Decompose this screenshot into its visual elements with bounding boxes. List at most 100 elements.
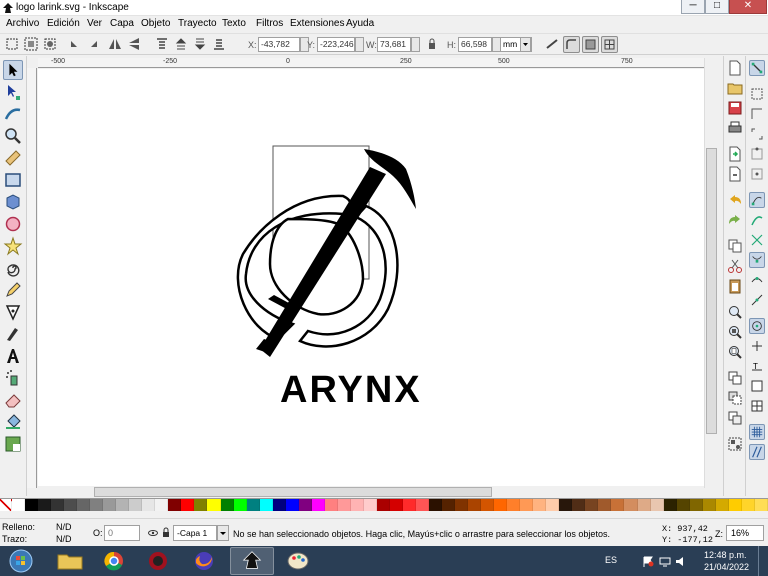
select-all-icon[interactable] bbox=[5, 37, 19, 51]
maximize-button[interactable]: □ bbox=[705, 0, 729, 14]
stroke-value[interactable]: N/D bbox=[56, 534, 72, 544]
color-swatch[interactable] bbox=[429, 499, 443, 511]
color-swatch[interactable] bbox=[624, 499, 638, 511]
color-swatch[interactable] bbox=[598, 499, 612, 511]
color-swatch[interactable] bbox=[611, 499, 625, 511]
rectangle-tool-icon[interactable] bbox=[3, 170, 23, 190]
menu-trayecto[interactable]: Trayecto bbox=[178, 18, 217, 29]
flip-horizontal-icon[interactable] bbox=[108, 37, 122, 51]
spray-tool-icon[interactable] bbox=[3, 368, 23, 388]
color-swatch[interactable] bbox=[25, 499, 39, 511]
flip-vertical-icon[interactable] bbox=[127, 37, 141, 51]
color-swatch[interactable] bbox=[77, 499, 91, 511]
color-swatch[interactable] bbox=[663, 499, 677, 511]
color-swatch[interactable] bbox=[272, 499, 286, 511]
file-explorer-icon[interactable] bbox=[50, 547, 90, 575]
snap-toggle-icon[interactable] bbox=[749, 60, 765, 76]
clock-date[interactable]: 21/04/2022 bbox=[704, 562, 749, 572]
zoom-tool-icon[interactable] bbox=[3, 126, 23, 146]
layer-select[interactable]: -Capa 1 bbox=[173, 525, 217, 541]
color-swatch[interactable] bbox=[220, 499, 234, 511]
color-palette[interactable] bbox=[0, 498, 768, 511]
menu-texto[interactable]: Texto bbox=[222, 18, 246, 29]
color-swatch[interactable] bbox=[194, 499, 208, 511]
menu-objeto[interactable]: Objeto bbox=[141, 18, 170, 29]
3d-box-tool-icon[interactable] bbox=[3, 192, 23, 212]
color-swatch[interactable] bbox=[689, 499, 703, 511]
snap-bbox-corners-icon[interactable] bbox=[749, 126, 765, 142]
paint-icon[interactable] bbox=[278, 547, 318, 575]
layer-dropdown[interactable] bbox=[217, 525, 229, 541]
color-swatch[interactable] bbox=[546, 499, 560, 511]
color-swatch[interactable] bbox=[559, 499, 573, 511]
move-gradient-toggle[interactable] bbox=[582, 36, 599, 53]
snap-bbox-edges-icon[interactable] bbox=[749, 106, 765, 122]
duplicate-icon[interactable] bbox=[727, 370, 743, 386]
color-swatch[interactable] bbox=[38, 499, 52, 511]
color-swatch[interactable] bbox=[181, 499, 195, 511]
firefox-icon[interactable] bbox=[184, 547, 224, 575]
snap-nodes-icon[interactable] bbox=[749, 192, 765, 208]
calligraphy-tool-icon[interactable] bbox=[3, 324, 23, 344]
color-swatch[interactable] bbox=[507, 499, 521, 511]
new-document-icon[interactable] bbox=[727, 60, 743, 76]
color-swatch[interactable] bbox=[350, 499, 364, 511]
ellipse-tool-icon[interactable] bbox=[3, 214, 23, 234]
opacity-field[interactable]: 0 bbox=[104, 525, 140, 541]
show-desktop-button[interactable] bbox=[758, 546, 768, 576]
node-tool-icon[interactable] bbox=[3, 82, 23, 102]
snap-midpoints-icon[interactable] bbox=[749, 292, 765, 308]
snap-object-centers-icon[interactable] bbox=[749, 318, 765, 334]
color-swatch[interactable] bbox=[702, 499, 716, 511]
raise-to-top-icon[interactable] bbox=[155, 37, 169, 51]
y-spinner[interactable] bbox=[355, 37, 364, 52]
color-swatch[interactable] bbox=[285, 499, 299, 511]
color-swatch[interactable] bbox=[728, 499, 742, 511]
start-button-icon[interactable] bbox=[2, 547, 40, 575]
width-field[interactable]: 73,681 bbox=[377, 37, 411, 52]
no-paint-swatch[interactable] bbox=[0, 499, 12, 511]
color-swatch[interactable] bbox=[259, 499, 273, 511]
snap-bbox-icon[interactable] bbox=[749, 86, 765, 102]
network-icon[interactable] bbox=[659, 556, 671, 567]
snap-cusp-icon[interactable] bbox=[749, 252, 765, 268]
zoom-field[interactable]: 16% bbox=[726, 525, 764, 541]
menu-capa[interactable]: Capa bbox=[110, 18, 134, 29]
color-swatch[interactable] bbox=[481, 499, 495, 511]
clone-icon[interactable] bbox=[727, 390, 743, 406]
action-center-flag-icon[interactable] bbox=[642, 556, 654, 567]
horizontal-scrollbar[interactable] bbox=[38, 486, 704, 498]
selector-tool-icon[interactable] bbox=[3, 60, 23, 80]
open-folder-icon[interactable] bbox=[727, 80, 743, 96]
group-icon[interactable] bbox=[727, 436, 743, 452]
color-swatch[interactable] bbox=[337, 499, 351, 511]
save-icon[interactable] bbox=[727, 100, 743, 116]
width-spinner[interactable] bbox=[411, 37, 420, 52]
menu-archivo[interactable]: Archivo bbox=[6, 18, 39, 29]
menu-ayuda[interactable]: Ayuda bbox=[346, 18, 374, 29]
color-swatch[interactable] bbox=[637, 499, 651, 511]
unit-dropdown[interactable] bbox=[520, 37, 531, 52]
color-swatch[interactable] bbox=[311, 499, 325, 511]
paste-icon[interactable] bbox=[727, 278, 743, 294]
height-field[interactable]: 66,598 bbox=[458, 37, 492, 52]
menu-ver[interactable]: Ver bbox=[87, 18, 102, 29]
lower-to-bottom-icon[interactable] bbox=[212, 37, 226, 51]
snap-bbox-centers-icon[interactable] bbox=[749, 166, 765, 182]
unlink-clone-icon[interactable] bbox=[727, 410, 743, 426]
color-swatch[interactable] bbox=[129, 499, 143, 511]
close-button[interactable]: ✕ bbox=[729, 0, 767, 14]
select-all-layers-icon[interactable] bbox=[24, 37, 38, 51]
color-swatch[interactable] bbox=[754, 499, 768, 511]
color-swatch[interactable] bbox=[468, 499, 482, 511]
text-tool-icon[interactable] bbox=[3, 346, 23, 366]
color-swatch[interactable] bbox=[155, 499, 169, 511]
snap-intersections-icon[interactable] bbox=[749, 232, 765, 248]
menu-extensiones[interactable]: Extensiones bbox=[290, 18, 344, 29]
lock-icon[interactable] bbox=[425, 37, 439, 51]
zoom-page-icon[interactable] bbox=[727, 344, 743, 360]
snap-grid-toggle-icon[interactable] bbox=[749, 424, 765, 440]
snap-rotation-center-icon[interactable] bbox=[749, 338, 765, 354]
minimize-button[interactable]: ─ bbox=[681, 0, 705, 14]
vertical-scroll-thumb[interactable] bbox=[706, 148, 717, 434]
